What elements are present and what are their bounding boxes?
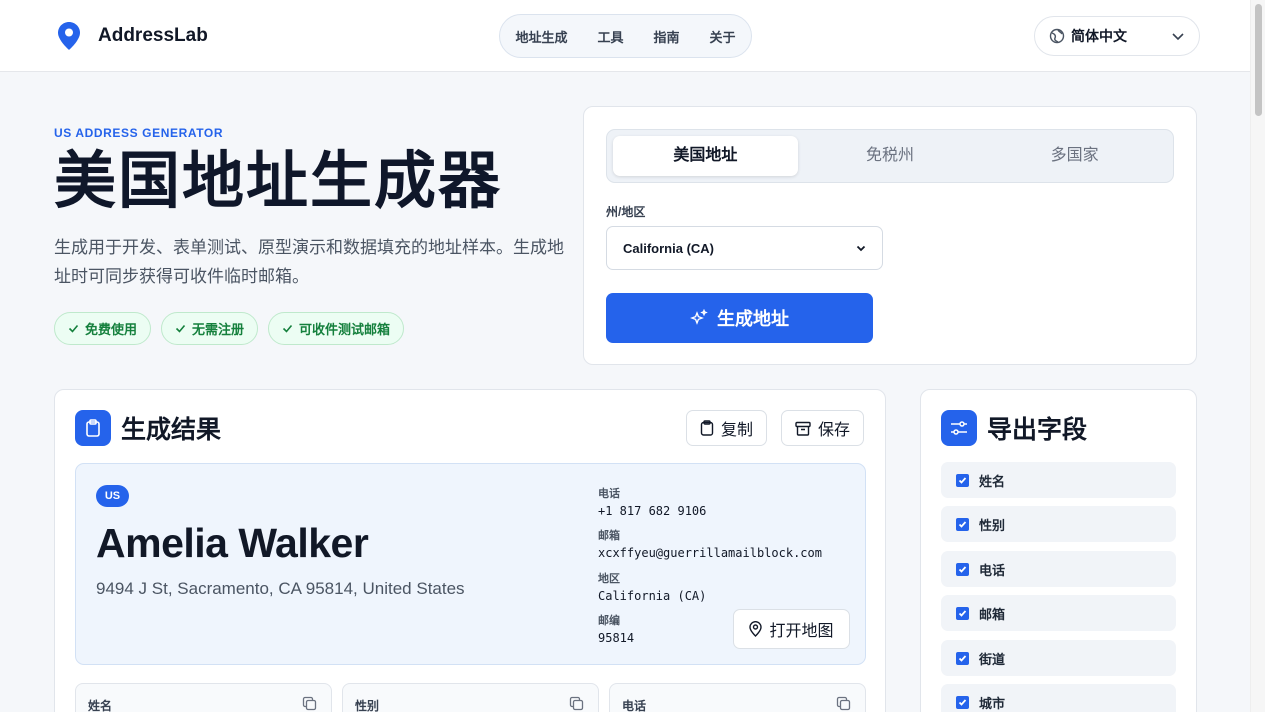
zip-info: 邮编 95814 bbox=[598, 615, 635, 645]
email-info: 邮箱 xcxffyeu@guerrillamailblock.com bbox=[598, 530, 822, 560]
result-title: 生成结果 bbox=[121, 416, 222, 444]
generate-address-button[interactable]: 生成地址 bbox=[606, 293, 873, 343]
country-badge: US bbox=[96, 485, 129, 507]
check-icon bbox=[175, 324, 186, 333]
email-value: xcxffyeu@guerrillamailblock.com bbox=[598, 546, 822, 560]
feature-badge: 免费使用 bbox=[54, 312, 152, 345]
page-title: 美国地址生成器 bbox=[54, 147, 503, 216]
field-card-gender: 性别 bbox=[342, 683, 599, 712]
state-select[interactable]: California (CA) bbox=[606, 226, 883, 270]
nav-item-guide[interactable]: 指南 bbox=[654, 27, 680, 46]
feature-badge: 可收件测试邮箱 bbox=[268, 312, 405, 345]
state-label: 州/地区 bbox=[606, 205, 646, 219]
export-field-city[interactable]: 城市 bbox=[941, 684, 1176, 712]
tab-multi-country[interactable]: 多国家 bbox=[982, 136, 1167, 176]
nav-item-about[interactable]: 关于 bbox=[710, 27, 736, 46]
checkbox-checked-icon[interactable] bbox=[956, 651, 969, 665]
scrollbar[interactable] bbox=[1250, 0, 1265, 712]
checkbox-checked-icon[interactable] bbox=[956, 695, 969, 709]
copy-button[interactable]: 复制 bbox=[686, 410, 768, 446]
map-pin-icon bbox=[749, 621, 763, 637]
export-field-gender[interactable]: 性别 bbox=[941, 506, 1176, 542]
chevron-down-icon bbox=[1172, 33, 1184, 41]
hero-eyebrow: US ADDRESS GENERATOR bbox=[54, 126, 224, 140]
export-field-email[interactable]: 邮箱 bbox=[941, 595, 1176, 631]
export-header: 导出字段 bbox=[941, 410, 1087, 446]
language-label: 简体中文 bbox=[1071, 28, 1127, 44]
generate-label: 生成地址 bbox=[717, 309, 789, 329]
save-button[interactable]: 保存 bbox=[781, 410, 865, 446]
copy-icon[interactable] bbox=[569, 696, 584, 711]
tab-us-address[interactable]: 美国地址 bbox=[613, 136, 798, 176]
generator-card: 美国地址 免税州 多国家 州/地区 California (CA) 生成地址 bbox=[583, 106, 1197, 365]
logo[interactable]: AddressLab bbox=[58, 22, 208, 50]
state-select-value: California (CA) bbox=[623, 240, 714, 256]
export-field-street[interactable]: 街道 bbox=[941, 640, 1176, 676]
location-pin-icon bbox=[58, 22, 80, 50]
export-title: 导出字段 bbox=[987, 416, 1088, 444]
result-card: 生成结果 复制 保存 US Amelia Walker 9494 J St, S… bbox=[54, 389, 886, 712]
language-select[interactable]: 简体中文 bbox=[1034, 16, 1200, 56]
copy-icon[interactable] bbox=[836, 696, 851, 711]
phone-value: +1 817 682 9106 bbox=[598, 504, 707, 518]
feature-badge: 无需注册 bbox=[161, 312, 259, 345]
archive-icon bbox=[795, 421, 811, 436]
sparkles-icon bbox=[690, 309, 708, 325]
phone-info: 电话 +1 817 682 9106 bbox=[598, 488, 707, 518]
region-info: 地区 California (CA) bbox=[598, 573, 707, 603]
person-name: Amelia Walker bbox=[96, 520, 369, 566]
nav-item-address[interactable]: 地址生成 bbox=[515, 27, 567, 46]
checkbox-checked-icon[interactable] bbox=[956, 606, 969, 620]
top-header: AddressLab 地址生成 工具 指南 关于 简体中文 bbox=[0, 0, 1250, 72]
sliders-icon bbox=[941, 410, 977, 446]
field-card-phone: 电话 bbox=[609, 683, 866, 712]
check-icon bbox=[282, 324, 293, 333]
result-header: 生成结果 bbox=[75, 410, 221, 446]
globe-icon bbox=[1049, 28, 1065, 44]
clipboard-icon bbox=[75, 410, 111, 446]
clipboard-icon bbox=[700, 420, 714, 436]
address-summary: US Amelia Walker 9494 J St, Sacramento, … bbox=[75, 463, 866, 665]
checkbox-checked-icon[interactable] bbox=[956, 562, 969, 576]
export-fields-card: 导出字段 姓名 性别 电话 邮箱 街道 城市 bbox=[920, 389, 1197, 712]
copy-icon[interactable] bbox=[302, 696, 317, 711]
tab-tax-free-states[interactable]: 免税州 bbox=[798, 136, 983, 176]
brand-name: AddressLab bbox=[98, 25, 208, 46]
export-field-phone[interactable]: 电话 bbox=[941, 551, 1176, 587]
field-card-name: 姓名 bbox=[75, 683, 332, 712]
scrollbar-thumb[interactable] bbox=[1255, 4, 1262, 116]
zip-value: 95814 bbox=[598, 631, 635, 645]
nav-item-tools[interactable]: 工具 bbox=[597, 27, 623, 46]
checkbox-checked-icon[interactable] bbox=[956, 517, 969, 531]
main-nav: 地址生成 工具 指南 关于 bbox=[499, 14, 752, 58]
open-map-button[interactable]: 打开地图 bbox=[733, 609, 850, 649]
checkbox-checked-icon[interactable] bbox=[956, 473, 969, 487]
export-field-name[interactable]: 姓名 bbox=[941, 462, 1176, 498]
check-icon bbox=[68, 324, 79, 333]
hero-description: 生成用于开发、表单测试、原型演示和数据填充的地址样本。生成地址时可同步获得可收件… bbox=[54, 238, 564, 286]
chevron-down-icon bbox=[856, 245, 866, 252]
region-tabs: 美国地址 免税州 多国家 bbox=[606, 129, 1174, 183]
full-address: 9494 J St, Sacramento, CA 95814, United … bbox=[96, 579, 465, 598]
region-value: California (CA) bbox=[598, 589, 707, 603]
feature-badges: 免费使用 无需注册 可收件测试邮箱 bbox=[54, 312, 405, 345]
